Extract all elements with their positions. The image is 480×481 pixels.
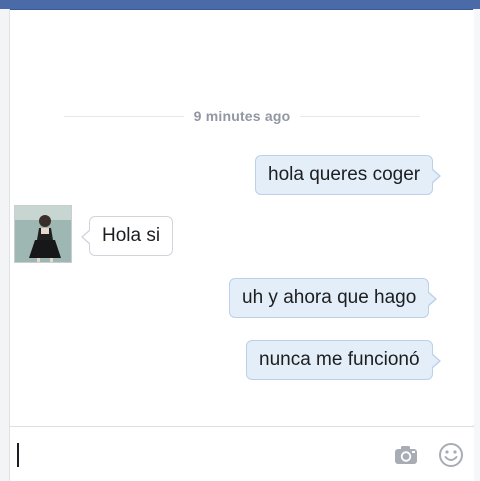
message-text: hola queres coger — [268, 164, 421, 185]
message-text: nunca me funcionó — [259, 349, 420, 370]
text-cursor — [17, 443, 19, 467]
message-bubble-outgoing[interactable]: hola queres coger — [255, 155, 442, 195]
sidebar-edge — [0, 9, 10, 481]
message-text: uh y ahora que hago — [242, 287, 417, 308]
message-bubble-outgoing[interactable]: uh y ahora que hago — [229, 278, 438, 318]
divider-line — [300, 115, 421, 117]
chat-header-bar — [0, 0, 480, 10]
camera-icon[interactable] — [392, 441, 420, 469]
message-timestamp: 9 minutes ago — [193, 108, 291, 124]
scrollbar-track[interactable] — [473, 9, 480, 481]
contact-avatar[interactable] — [14, 205, 72, 263]
emoji-icon[interactable] — [437, 441, 465, 469]
message-bubble-incoming[interactable]: Hola si — [80, 216, 174, 256]
message-text: Hola si — [102, 225, 161, 246]
avatar-photo — [15, 206, 71, 262]
timestamp-divider: 9 minutes ago — [10, 106, 474, 126]
message-bubble-outgoing[interactable]: nunca me funcionó — [246, 340, 441, 380]
divider-line — [63, 115, 184, 117]
message-composer[interactable] — [10, 426, 474, 481]
